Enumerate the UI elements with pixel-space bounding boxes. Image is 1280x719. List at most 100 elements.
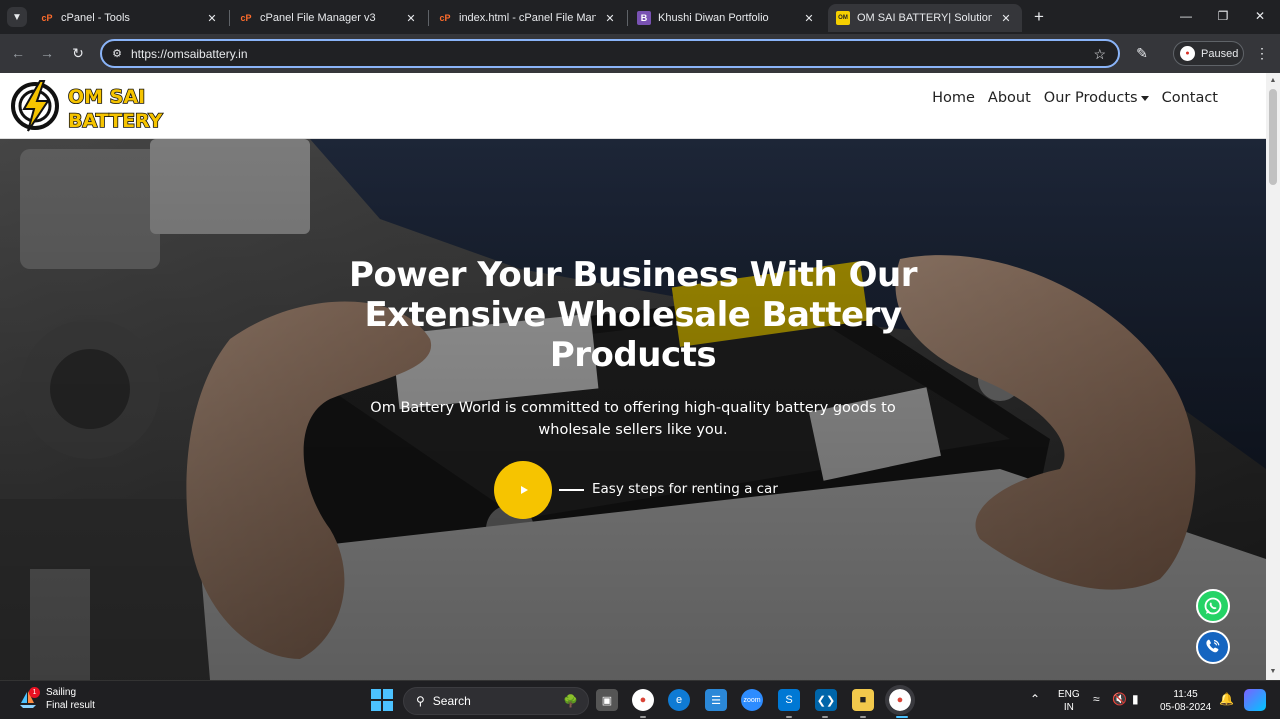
whatsapp-button[interactable] <box>1196 589 1230 623</box>
reload-button[interactable]: ↻ <box>68 43 88 63</box>
tab-separator <box>229 10 230 26</box>
search-icon: ⚲ <box>416 694 425 708</box>
start-tile <box>383 701 393 711</box>
phone-icon <box>1206 639 1220 653</box>
address-bar[interactable]: ⚙ https://omsaibattery.in ☆ <box>100 39 1120 68</box>
url-text[interactable]: https://omsaibattery.in <box>131 47 248 61</box>
search-highlight-icon: 🌳 <box>563 694 578 708</box>
nav-contact[interactable]: Contact <box>1162 90 1218 106</box>
notification-badge: 1 <box>29 687 40 698</box>
edge-icon[interactable]: e <box>668 689 690 711</box>
tab-separator <box>627 10 628 26</box>
back-button[interactable]: ← <box>8 43 28 63</box>
tab-cpanel-file-manager[interactable]: cP cPanel File Manager v3 ✕ <box>231 4 427 32</box>
cta-divider-line <box>559 489 584 491</box>
restore-button[interactable]: ❐ <box>1208 6 1238 26</box>
tab-cpanel-tools[interactable]: cP cPanel - Tools ✕ <box>32 4 228 32</box>
svg-text:OM SAI: OM SAI <box>68 86 145 108</box>
tab-title: OM SAI BATTERY| Solution for all <box>857 12 992 24</box>
close-icon[interactable]: ✕ <box>998 10 1014 26</box>
avatar: ● <box>1180 46 1195 61</box>
close-icon[interactable]: ✕ <box>204 10 220 26</box>
hero-section: Power Your Business With Our Extensive W… <box>0 139 1266 680</box>
clock-time: 11:45 <box>1173 689 1198 700</box>
sailing-icon: 1 <box>18 687 40 709</box>
bookmark-star-icon[interactable]: ☆ <box>1093 46 1106 63</box>
call-button[interactable] <box>1196 630 1230 664</box>
tab-separator <box>428 10 429 26</box>
clock[interactable]: 11:45 05-08-2024 <box>1160 688 1211 714</box>
hero-title: Power Your Business With Our Extensive W… <box>349 255 917 375</box>
close-icon[interactable]: ✕ <box>801 10 817 26</box>
nav-home[interactable]: Home <box>932 90 975 106</box>
notifications-icon[interactable]: 🔔 <box>1219 692 1234 706</box>
chrome-active-icon[interactable]: ● <box>885 685 915 715</box>
profile-button[interactable]: ● Paused <box>1173 41 1244 66</box>
zoom-icon[interactable]: zoom <box>741 689 763 711</box>
language-indicator[interactable]: ENG IN <box>1058 688 1080 714</box>
active-indicator <box>896 716 908 718</box>
start-tile <box>371 701 381 711</box>
play-icon <box>520 486 528 494</box>
taskbar-search[interactable]: ⚲ Search 🌳 <box>403 687 589 715</box>
chrome-icon[interactable]: ● <box>632 689 654 711</box>
om-sai-battery-logo[interactable]: OM SAI BATTERY <box>10 79 194 133</box>
weather-widget[interactable]: 1 Sailing Final result <box>18 686 95 712</box>
windows-start-icon[interactable] <box>371 689 393 711</box>
tab-om-sai-battery[interactable]: OM OM SAI BATTERY| Solution for all ✕ <box>828 4 1022 32</box>
running-indicator <box>640 716 646 718</box>
cpanel-icon: cP <box>240 13 252 23</box>
language-region: IN <box>1063 702 1074 713</box>
tab-search-button[interactable]: ▼ <box>7 7 27 27</box>
volume-muted-icon[interactable]: 🔇 <box>1112 692 1127 706</box>
minimize-button[interactable]: — <box>1171 6 1201 26</box>
tab-title: index.html - cPanel File Manager <box>459 12 596 24</box>
cpanel-icon: cP <box>439 13 451 23</box>
site-settings-icon[interactable]: ⚙ <box>110 46 124 60</box>
tab-khushi-portfolio[interactable]: B Khushi Diwan Portfolio ✕ <box>629 4 825 32</box>
battery-icon[interactable]: ▮ <box>1132 692 1139 706</box>
skype-icon[interactable]: S <box>778 689 800 711</box>
nav-our-products-label: Our Products <box>1043 90 1138 106</box>
tab-title: Khushi Diwan Portfolio <box>658 12 769 24</box>
tab-index-html[interactable]: cP index.html - cPanel File Manager ✕ <box>430 4 626 32</box>
main-navigation: Home About Our Products Contact <box>932 90 1218 106</box>
page-viewport: OM SAI BATTERY Home About Our Products C… <box>0 73 1266 680</box>
profile-status: Paused <box>1201 47 1239 60</box>
caret-down-icon <box>1140 95 1149 101</box>
bootstrap-icon: B <box>637 11 651 25</box>
weather-subtitle: Final result <box>46 700 95 711</box>
show-hidden-icons[interactable]: ⌃ <box>1030 692 1040 706</box>
tab-title: cPanel File Manager v3 <box>260 12 376 24</box>
forward-button[interactable]: → <box>37 43 57 63</box>
nav-our-products[interactable]: Our Products <box>1044 90 1149 106</box>
scroll-down-icon[interactable]: ▼ <box>1269 667 1277 675</box>
play-video-button[interactable] <box>494 461 552 519</box>
nav-about[interactable]: About <box>988 90 1031 106</box>
close-window-button[interactable]: ✕ <box>1245 6 1275 26</box>
cta-label[interactable]: Easy steps for renting a car <box>592 481 778 497</box>
close-icon[interactable]: ✕ <box>403 10 419 26</box>
menu-icon[interactable]: ⋮ <box>1254 43 1270 63</box>
task-view-icon[interactable]: ▣ <box>596 689 618 711</box>
vscode-icon[interactable]: ❮❯ <box>815 689 837 711</box>
tab-title: cPanel - Tools <box>61 12 130 24</box>
scroll-thumb[interactable] <box>1269 89 1277 185</box>
clock-date: 05-08-2024 <box>1160 702 1212 713</box>
start-tile <box>383 689 393 699</box>
wifi-icon[interactable]: ≈ <box>1093 692 1100 706</box>
file-explorer-icon[interactable]: ■ <box>852 689 874 711</box>
copilot-icon[interactable] <box>1244 689 1266 711</box>
search-label: Search <box>432 694 471 708</box>
language-code: ENG <box>1058 689 1080 700</box>
new-tab-button[interactable]: + <box>1030 7 1048 26</box>
om-sai-battery-icon: OM <box>836 11 850 25</box>
browser-toolbar: ← → ↻ ⚙ https://omsaibattery.in ☆ ✎ ● Pa… <box>0 34 1280 73</box>
weather-title: Sailing <box>46 687 77 698</box>
notepad-icon[interactable]: ☰ <box>705 689 727 711</box>
page-scrollbar[interactable]: ▲ ▼ <box>1266 73 1280 680</box>
close-icon[interactable]: ✕ <box>602 10 618 26</box>
running-indicator <box>860 716 866 718</box>
extensions-icon[interactable]: ✎ <box>1132 43 1152 63</box>
scroll-up-icon[interactable]: ▲ <box>1269 76 1277 84</box>
